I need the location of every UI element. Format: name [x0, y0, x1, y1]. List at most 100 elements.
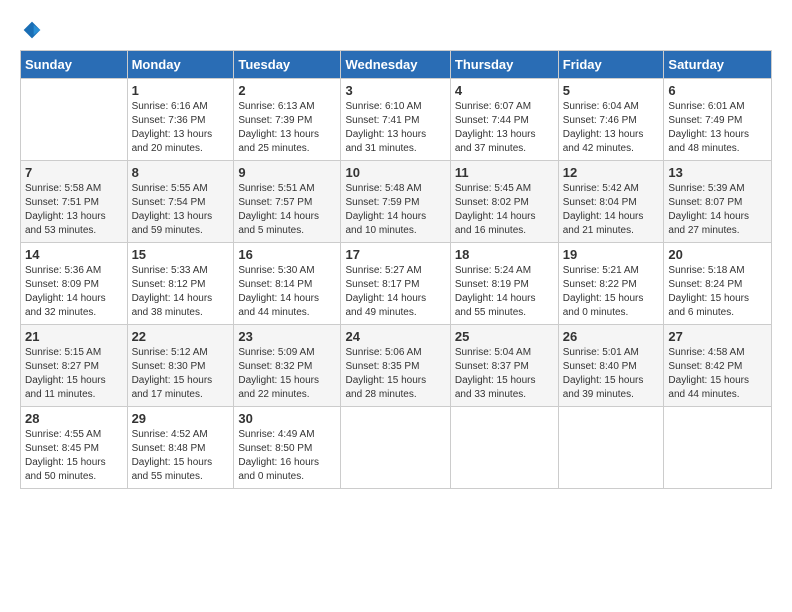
day-cell: 10 Sunrise: 5:48 AM Sunset: 7:59 PM Dayli… [341, 161, 450, 243]
day-info: Sunrise: 5:58 AM Sunset: 7:51 PM Dayligh… [25, 182, 123, 238]
day-info: Sunrise: 5:27 AM Sunset: 8:17 PM Dayligh… [345, 264, 445, 320]
day-info: Sunrise: 5:51 AM Sunset: 7:57 PM Dayligh… [238, 182, 336, 238]
day-number: 30 [238, 411, 336, 426]
day-number: 8 [132, 165, 230, 180]
day-info: Sunrise: 5:30 AM Sunset: 8:14 PM Dayligh… [238, 264, 336, 320]
day-number: 13 [668, 165, 767, 180]
day-number: 14 [25, 247, 123, 262]
calendar-table: SundayMondayTuesdayWednesdayThursdayFrid… [20, 50, 772, 489]
day-info: Sunrise: 6:16 AM Sunset: 7:36 PM Dayligh… [132, 100, 230, 156]
day-number: 25 [455, 329, 554, 344]
day-cell [341, 407, 450, 489]
day-info: Sunrise: 5:33 AM Sunset: 8:12 PM Dayligh… [132, 264, 230, 320]
day-info: Sunrise: 5:39 AM Sunset: 8:07 PM Dayligh… [668, 182, 767, 238]
day-number: 9 [238, 165, 336, 180]
day-info: Sunrise: 5:42 AM Sunset: 8:04 PM Dayligh… [563, 182, 660, 238]
day-cell: 11 Sunrise: 5:45 AM Sunset: 8:02 PM Dayli… [450, 161, 558, 243]
day-info: Sunrise: 5:55 AM Sunset: 7:54 PM Dayligh… [132, 182, 230, 238]
week-row-2: 7 Sunrise: 5:58 AM Sunset: 7:51 PM Daylig… [21, 161, 772, 243]
day-cell: 24Sunrise: 5:06 AM Sunset: 8:35 PM Dayli… [341, 325, 450, 407]
day-header-tuesday: Tuesday [234, 51, 341, 79]
day-cell: 2 Sunrise: 6:13 AM Sunset: 7:39 PM Daylig… [234, 79, 341, 161]
day-cell: 9 Sunrise: 5:51 AM Sunset: 7:57 PM Daylig… [234, 161, 341, 243]
day-header-friday: Friday [558, 51, 664, 79]
day-cell: 4Sunrise: 6:07 AM Sunset: 7:44 PM Daylig… [450, 79, 558, 161]
day-cell [558, 407, 664, 489]
day-cell: 13 Sunrise: 5:39 AM Sunset: 8:07 PM Dayli… [664, 161, 772, 243]
day-info: Sunrise: 5:24 AM Sunset: 8:19 PM Dayligh… [455, 264, 554, 320]
day-info: Sunrise: 6:10 AM Sunset: 7:41 PM Dayligh… [345, 100, 445, 156]
day-cell: 26 Sunrise: 5:01 AM Sunset: 8:40 PM Dayli… [558, 325, 664, 407]
day-number: 21 [25, 329, 123, 344]
day-cell: 23 Sunrise: 5:09 AM Sunset: 8:32 PM Dayli… [234, 325, 341, 407]
day-header-wednesday: Wednesday [341, 51, 450, 79]
day-cell: 29Sunrise: 4:52 AM Sunset: 8:48 PM Dayli… [127, 407, 234, 489]
day-cell: 20 Sunrise: 5:18 AM Sunset: 8:24 PM Dayli… [664, 243, 772, 325]
day-number: 22 [132, 329, 230, 344]
week-row-3: 14 Sunrise: 5:36 AM Sunset: 8:09 PM Dayli… [21, 243, 772, 325]
day-cell [450, 407, 558, 489]
day-number: 18 [455, 247, 554, 262]
day-cell: 30Sunrise: 4:49 AM Sunset: 8:50 PM Dayli… [234, 407, 341, 489]
day-number: 28 [25, 411, 123, 426]
logo-icon [22, 20, 42, 40]
day-header-monday: Monday [127, 51, 234, 79]
day-cell: 16 Sunrise: 5:30 AM Sunset: 8:14 PM Dayli… [234, 243, 341, 325]
day-cell: 27Sunrise: 4:58 AM Sunset: 8:42 PM Dayli… [664, 325, 772, 407]
day-number: 6 [668, 83, 767, 98]
day-info: Sunrise: 6:04 AM Sunset: 7:46 PM Dayligh… [563, 100, 660, 156]
day-cell: 5 Sunrise: 6:04 AM Sunset: 7:46 PM Daylig… [558, 79, 664, 161]
day-number: 3 [345, 83, 445, 98]
day-number: 19 [563, 247, 660, 262]
day-header-sunday: Sunday [21, 51, 128, 79]
week-row-5: 28 Sunrise: 4:55 AM Sunset: 8:45 PM Dayli… [21, 407, 772, 489]
day-cell: 8 Sunrise: 5:55 AM Sunset: 7:54 PM Daylig… [127, 161, 234, 243]
day-info: Sunrise: 5:09 AM Sunset: 8:32 PM Dayligh… [238, 346, 336, 402]
day-info: Sunrise: 5:48 AM Sunset: 7:59 PM Dayligh… [345, 182, 445, 238]
day-number: 5 [563, 83, 660, 98]
day-info: Sunrise: 5:36 AM Sunset: 8:09 PM Dayligh… [25, 264, 123, 320]
day-cell: 12Sunrise: 5:42 AM Sunset: 8:04 PM Dayli… [558, 161, 664, 243]
day-cell: 22 Sunrise: 5:12 AM Sunset: 8:30 PM Dayli… [127, 325, 234, 407]
page-header [20, 20, 772, 40]
day-cell: 15 Sunrise: 5:33 AM Sunset: 8:12 PM Dayli… [127, 243, 234, 325]
day-info: Sunrise: 5:15 AM Sunset: 8:27 PM Dayligh… [25, 346, 123, 402]
day-number: 10 [345, 165, 445, 180]
days-header-row: SundayMondayTuesdayWednesdayThursdayFrid… [21, 51, 772, 79]
day-info: Sunrise: 5:04 AM Sunset: 8:37 PM Dayligh… [455, 346, 554, 402]
day-cell: 18 Sunrise: 5:24 AM Sunset: 8:19 PM Dayli… [450, 243, 558, 325]
week-row-1: 1Sunrise: 6:16 AM Sunset: 7:36 PM Daylig… [21, 79, 772, 161]
day-number: 24 [345, 329, 445, 344]
day-cell [664, 407, 772, 489]
day-number: 11 [455, 165, 554, 180]
day-number: 26 [563, 329, 660, 344]
day-info: Sunrise: 5:45 AM Sunset: 8:02 PM Dayligh… [455, 182, 554, 238]
day-number: 16 [238, 247, 336, 262]
day-cell: 25 Sunrise: 5:04 AM Sunset: 8:37 PM Dayli… [450, 325, 558, 407]
day-number: 23 [238, 329, 336, 344]
day-info: Sunrise: 6:01 AM Sunset: 7:49 PM Dayligh… [668, 100, 767, 156]
day-cell: 17 Sunrise: 5:27 AM Sunset: 8:17 PM Dayli… [341, 243, 450, 325]
day-number: 15 [132, 247, 230, 262]
day-cell: 1Sunrise: 6:16 AM Sunset: 7:36 PM Daylig… [127, 79, 234, 161]
day-cell [21, 79, 128, 161]
day-number: 20 [668, 247, 767, 262]
day-info: Sunrise: 5:18 AM Sunset: 8:24 PM Dayligh… [668, 264, 767, 320]
day-info: Sunrise: 5:21 AM Sunset: 8:22 PM Dayligh… [563, 264, 660, 320]
day-number: 4 [455, 83, 554, 98]
day-number: 2 [238, 83, 336, 98]
day-number: 17 [345, 247, 445, 262]
day-cell: 21 Sunrise: 5:15 AM Sunset: 8:27 PM Dayli… [21, 325, 128, 407]
week-row-4: 21 Sunrise: 5:15 AM Sunset: 8:27 PM Dayli… [21, 325, 772, 407]
day-cell: 14 Sunrise: 5:36 AM Sunset: 8:09 PM Dayli… [21, 243, 128, 325]
day-cell: 7 Sunrise: 5:58 AM Sunset: 7:51 PM Daylig… [21, 161, 128, 243]
day-header-saturday: Saturday [664, 51, 772, 79]
day-info: Sunrise: 5:12 AM Sunset: 8:30 PM Dayligh… [132, 346, 230, 402]
day-number: 7 [25, 165, 123, 180]
day-info: Sunrise: 6:13 AM Sunset: 7:39 PM Dayligh… [238, 100, 336, 156]
day-cell: 6 Sunrise: 6:01 AM Sunset: 7:49 PM Daylig… [664, 79, 772, 161]
day-info: Sunrise: 4:52 AM Sunset: 8:48 PM Dayligh… [132, 428, 230, 484]
day-cell: 3 Sunrise: 6:10 AM Sunset: 7:41 PM Daylig… [341, 79, 450, 161]
day-info: Sunrise: 5:01 AM Sunset: 8:40 PM Dayligh… [563, 346, 660, 402]
day-info: Sunrise: 4:55 AM Sunset: 8:45 PM Dayligh… [25, 428, 123, 484]
